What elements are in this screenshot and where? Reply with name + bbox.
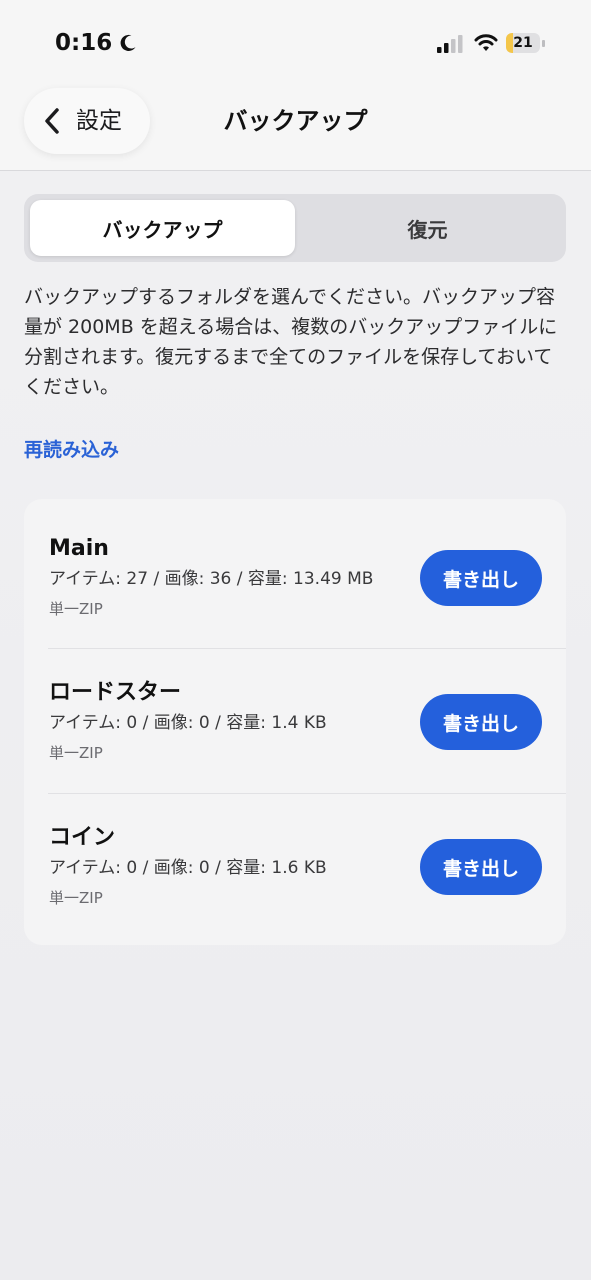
battery-indicator: 21 <box>506 33 546 53</box>
navigation-header: 0:16 21 設定 バックアップ <box>0 0 591 171</box>
segmented-control: バックアップ 復元 <box>24 194 566 262</box>
status-time-text: 0:16 <box>55 30 113 56</box>
export-button[interactable]: 書き出し <box>420 550 542 606</box>
folder-row-main: Main アイテム: 27 / 画像: 36 / 容量: 13.49 MB 単一… <box>24 505 566 649</box>
page-title: バックアップ <box>223 107 368 135</box>
folder-list-card: Main アイテム: 27 / 画像: 36 / 容量: 13.49 MB 単一… <box>24 499 566 945</box>
folder-row-coin: コイン アイテム: 0 / 画像: 0 / 容量: 1.6 KB 単一ZIP 書… <box>24 794 566 938</box>
description-text: バックアップするフォルダを選んでください。バックアップ容量が 200MB を超え… <box>24 286 558 398</box>
folder-stats: アイテム: 0 / 画像: 0 / 容量: 1.6 KB <box>49 858 327 878</box>
status-time: 0:16 <box>55 30 138 56</box>
folder-format: 単一ZIP <box>49 600 103 618</box>
folder-stats: アイテム: 27 / 画像: 36 / 容量: 13.49 MB <box>49 569 374 589</box>
moon-icon <box>120 34 136 51</box>
battery-level-text: 21 <box>513 35 533 51</box>
folder-name: Main <box>49 536 109 561</box>
export-button[interactable]: 書き出し <box>420 694 542 750</box>
export-button[interactable]: 書き出し <box>420 839 542 895</box>
folder-stats: アイテム: 0 / 画像: 0 / 容量: 1.4 KB <box>49 713 327 733</box>
battery-body: 21 <box>506 33 540 53</box>
segment-restore[interactable]: 復元 <box>295 200 560 256</box>
folder-name: ロードスター <box>49 680 182 705</box>
cellular-signal-icon <box>437 35 463 53</box>
folder-format: 単一ZIP <box>49 889 103 907</box>
battery-tip <box>542 40 545 47</box>
folder-row-roadster: ロードスター アイテム: 0 / 画像: 0 / 容量: 1.4 KB 単一ZI… <box>24 649 566 793</box>
segment-backup[interactable]: バックアップ <box>30 200 295 256</box>
folder-name: コイン <box>49 825 116 850</box>
reload-link[interactable]: 再読み込み <box>24 436 119 464</box>
folder-format: 単一ZIP <box>49 744 103 762</box>
wifi-icon <box>474 34 498 51</box>
